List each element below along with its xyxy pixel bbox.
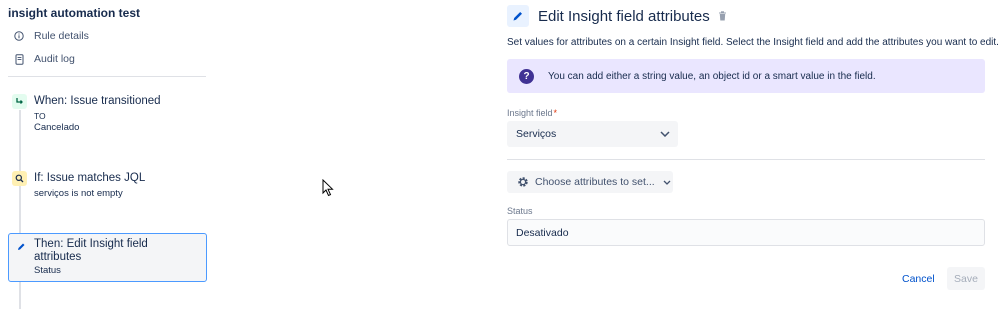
- pencil-icon: [507, 5, 529, 27]
- sidebar-divider: [8, 76, 206, 77]
- insight-field-value: Serviços: [516, 128, 557, 140]
- trigger-sub-to: TO: [34, 111, 46, 121]
- transition-icon: [12, 94, 27, 109]
- required-mark: *: [553, 108, 558, 118]
- panel-description: Set values for attributes on a certain I…: [507, 37, 999, 48]
- choose-attributes-label: Choose attributes to set...: [535, 176, 655, 188]
- nav-audit-log[interactable]: Audit log: [14, 53, 75, 65]
- status-input[interactable]: Desativado: [507, 219, 985, 246]
- action-config-panel: Edit Insight field attributes Set values…: [507, 0, 999, 309]
- trigger-sub-status: Cancelado: [34, 122, 80, 133]
- save-button[interactable]: Save: [947, 267, 985, 290]
- rule-step-trigger[interactable]: When: Issue transitioned TO Cancelado: [8, 92, 207, 142]
- status-label: Status: [507, 206, 533, 216]
- condition-sub: serviços is not empty: [34, 188, 123, 199]
- nav-audit-log-label: Audit log: [34, 53, 75, 65]
- nav-rule-details-label: Rule details: [34, 30, 89, 42]
- mouse-cursor-icon: [322, 178, 334, 197]
- gear-icon: [517, 176, 529, 188]
- insight-field-select[interactable]: Serviços: [507, 121, 678, 147]
- cancel-button[interactable]: Cancel: [902, 267, 935, 290]
- pencil-icon: [14, 239, 29, 254]
- search-icon: [12, 171, 27, 186]
- action-title: Then: Edit Insight field attributes: [34, 238, 148, 263]
- rule-step-condition[interactable]: If: Issue matches JQL serviços is not em…: [8, 170, 207, 210]
- nav-rule-details[interactable]: Rule details: [14, 30, 89, 42]
- panel-header: Edit Insight field attributes: [507, 5, 727, 27]
- info-icon: [14, 30, 24, 42]
- info-banner-text: You can add either a string value, an ob…: [548, 70, 876, 82]
- insight-field-label: Insight field*: [507, 108, 558, 118]
- status-input-value: Desativado: [516, 226, 569, 239]
- action-sub: Status: [34, 265, 61, 276]
- panel-divider: [507, 159, 985, 160]
- condition-title: If: Issue matches JQL: [34, 172, 146, 184]
- trash-icon[interactable]: [718, 11, 727, 21]
- question-icon: ?: [519, 68, 534, 84]
- choose-attributes-button[interactable]: Choose attributes to set...: [507, 171, 673, 193]
- document-icon: [14, 53, 24, 65]
- info-banner: ? You can add either a string value, an …: [507, 59, 985, 93]
- rule-title: insight automation test: [8, 6, 140, 20]
- rule-sidebar: insight automation test Rule details Aud…: [0, 0, 215, 309]
- panel-title: Edit Insight field attributes: [538, 7, 710, 25]
- chevron-down-icon: [660, 131, 670, 137]
- chevron-down-icon: [663, 180, 671, 185]
- rule-step-action[interactable]: Then: Edit Insight field attributes Stat…: [8, 233, 207, 282]
- trigger-title: When: Issue transitioned: [34, 95, 161, 107]
